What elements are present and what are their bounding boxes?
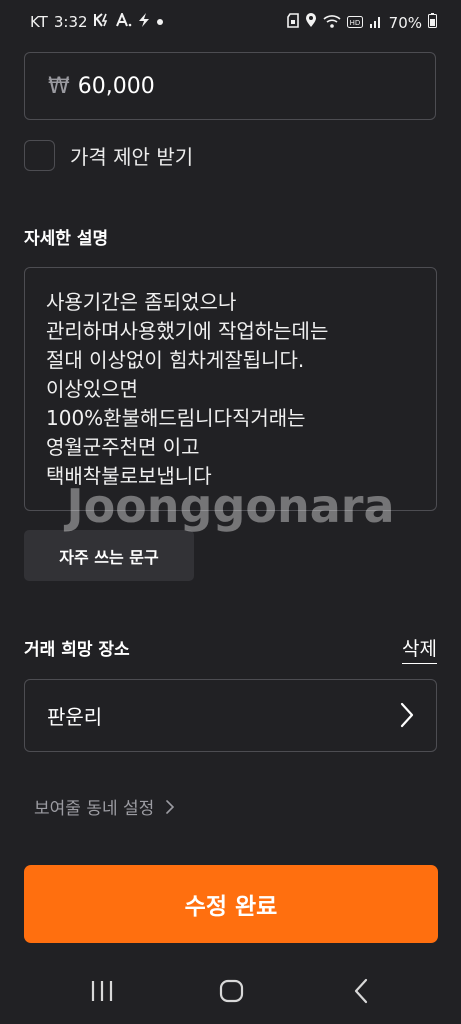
battery-percent: 70%: [388, 13, 422, 32]
description-line: 절대 이상없이 힘차게잘됩니다.: [46, 348, 305, 372]
price-offer-option[interactable]: 가격 제안 받기: [24, 138, 193, 172]
hd-icon: HD: [346, 14, 363, 32]
location-value: 판운리: [47, 705, 103, 729]
a-icon: [115, 11, 132, 31]
wifi-icon: [323, 14, 341, 32]
system-nav-bar: [0, 962, 461, 1024]
recent-apps-icon[interactable]: [90, 976, 114, 1010]
description-line: 영월군주천면 이고: [46, 435, 200, 459]
dot-icon: [156, 15, 164, 30]
neighborhood-settings-link[interactable]: 보여줄 동네 설정: [34, 794, 175, 819]
description-line: 사용기간은 좀되었으나: [46, 290, 237, 314]
frequent-phrases-button[interactable]: 자주 쓰는 문구: [24, 530, 194, 581]
price-value: 60,000: [77, 73, 155, 99]
location-icon: [305, 13, 317, 32]
description-line: 택배착불로보냅니다: [46, 464, 212, 488]
chevron-right-small-icon: [166, 799, 175, 814]
description-title: 자세한 설명: [24, 229, 109, 249]
submit-edit-button[interactable]: 수정 완료: [24, 865, 438, 943]
signal-icon: [369, 14, 383, 32]
price-offer-checkbox[interactable]: [24, 139, 55, 171]
description-textarea[interactable]: 사용기간은 좀되었으나 관리하며사용했기에 작업하는데는 절대 이상없이 힘차게…: [24, 267, 437, 511]
status-right: HD 70%: [286, 13, 437, 32]
sim-icon: [286, 13, 299, 32]
price-input[interactable]: ₩ 60,000: [24, 52, 436, 120]
description-line: 100%환불해드림니다직거래는: [46, 406, 306, 430]
clock: 3:32: [53, 13, 88, 31]
status-left: KT 3:32: [30, 11, 164, 31]
delete-location-link[interactable]: 삭제: [402, 634, 437, 664]
neighborhood-settings-label: 보여줄 동네 설정: [34, 799, 155, 819]
carrier-label: KT: [30, 13, 48, 31]
price-offer-label: 가격 제안 받기: [70, 144, 194, 169]
status-bar: KT 3:32 HD 70%: [0, 0, 461, 46]
description-line: 이상있으면: [46, 377, 138, 401]
svg-text:HD: HD: [349, 19, 360, 27]
back-icon[interactable]: [352, 976, 370, 1010]
home-icon[interactable]: [218, 976, 246, 1010]
description-line: 관리하며사용했기에 작업하는데는: [46, 319, 329, 343]
currency-symbol: ₩: [48, 73, 70, 99]
battery-icon: [428, 13, 437, 32]
chevron-right-icon: [400, 702, 414, 733]
location-selector[interactable]: 판운리: [24, 679, 437, 752]
location-title: 거래 희망 장소: [24, 640, 130, 660]
bolt-icon: [138, 13, 150, 31]
k-bolt-icon: [93, 13, 110, 31]
